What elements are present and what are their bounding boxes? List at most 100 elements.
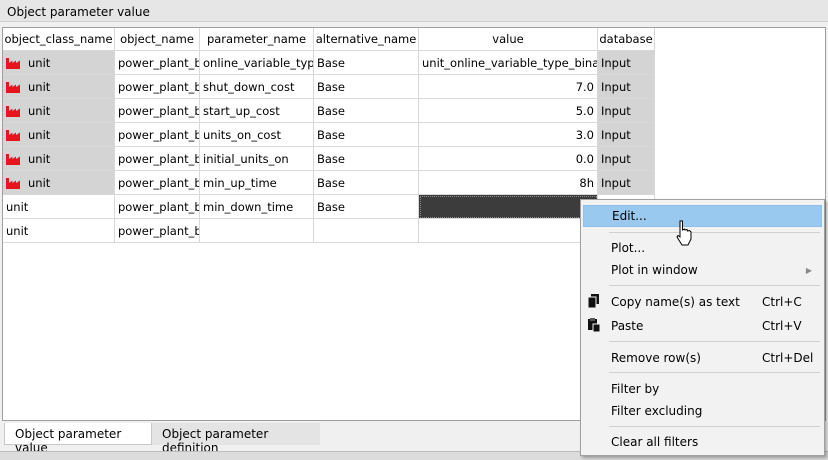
table-header: object_class_name object_name parameter_… xyxy=(3,28,655,51)
cell-text: unit xyxy=(28,103,51,118)
table-row[interactable]: unit power_plant_b start_up_cost Base 5.… xyxy=(3,99,655,123)
menu-item-plot-in-window[interactable]: Plot in window ▶ xyxy=(583,259,822,281)
menu-item-plot[interactable]: Plot... xyxy=(583,237,822,259)
cell-alternative[interactable]: Base xyxy=(314,51,419,75)
menu-item-label: Edit... xyxy=(612,209,647,223)
table-row[interactable]: unit power_plant_b min_up_time Base 8h I… xyxy=(3,171,655,195)
cell-object[interactable]: power_plant_b xyxy=(115,147,200,171)
cell-parameter[interactable]: units_on_cost xyxy=(200,123,314,147)
tab-object-parameter-definition[interactable]: Object parameter definition xyxy=(152,423,320,455)
cell-object[interactable]: power_plant_b xyxy=(115,195,200,219)
menu-item-label: Copy name(s) as text xyxy=(611,295,740,309)
menu-item-label: Remove row(s) xyxy=(611,351,701,365)
menu-item-remove-rows[interactable]: Remove row(s) Ctrl+Del xyxy=(583,347,822,369)
cell-object-class[interactable]: unit xyxy=(3,195,115,219)
menu-item-label: Filter by xyxy=(611,382,660,396)
cell-alternative[interactable]: Base xyxy=(314,147,419,171)
cell-object[interactable]: power_plant_b xyxy=(115,99,200,123)
cell-parameter[interactable]: initial_units_on xyxy=(200,147,314,171)
cell-value[interactable]: 7.0 xyxy=(419,75,598,99)
cell-value[interactable]: 8h xyxy=(419,171,598,195)
cell-database[interactable]: Input xyxy=(598,171,655,195)
factory-icon xyxy=(6,105,20,117)
menu-item-label: Clear all filters xyxy=(611,435,699,449)
cell-database[interactable]: Input xyxy=(598,51,655,75)
cell-object[interactable]: power_plant_b xyxy=(115,51,200,75)
column-header-database[interactable]: database xyxy=(598,28,655,51)
cell-object[interactable]: power_plant_b xyxy=(115,75,200,99)
cell-database[interactable]: Input xyxy=(598,99,655,123)
menu-separator xyxy=(609,285,820,286)
cell-alternative[interactable] xyxy=(314,219,419,243)
column-header-alternative-name[interactable]: alternative_name xyxy=(314,28,419,51)
cell-parameter[interactable]: shut_down_cost xyxy=(200,75,314,99)
shortcut-label: Ctrl+Del xyxy=(762,351,814,365)
factory-icon xyxy=(6,129,20,141)
column-header-parameter-name[interactable]: parameter_name xyxy=(200,28,314,51)
menu-separator xyxy=(609,426,820,427)
cell-value[interactable]: 3.0 xyxy=(419,123,598,147)
cell-object-class[interactable]: unit xyxy=(3,123,115,147)
cell-text: unit xyxy=(28,127,51,142)
window-title: Object parameter value xyxy=(0,0,828,22)
cell-alternative[interactable]: Base xyxy=(314,99,419,123)
menu-item-label: Plot... xyxy=(611,241,646,255)
cell-object-class[interactable]: unit xyxy=(3,171,115,195)
cell-database[interactable]: Input xyxy=(598,123,655,147)
cell-parameter[interactable]: min_up_time xyxy=(200,171,314,195)
menu-item-filter-by[interactable]: Filter by xyxy=(583,378,822,400)
cell-alternative[interactable]: Base xyxy=(314,195,419,219)
cell-parameter[interactable]: min_down_time xyxy=(200,195,314,219)
cell-value-selected[interactable] xyxy=(419,195,598,219)
cell-text: unit xyxy=(28,79,51,94)
cell-object-class[interactable]: unit xyxy=(3,99,115,123)
cell-object[interactable]: power_plant_b xyxy=(115,123,200,147)
table-row[interactable]: unit power_plant_b xyxy=(3,219,655,243)
cell-parameter[interactable] xyxy=(200,219,314,243)
menu-item-label: Paste xyxy=(611,319,644,333)
cell-object[interactable]: power_plant_b xyxy=(115,171,200,195)
table-row[interactable]: unit power_plant_b online_variable_type … xyxy=(3,51,655,75)
cell-object[interactable]: power_plant_b xyxy=(115,219,200,243)
table-row[interactable]: unit power_plant_b min_down_time Base xyxy=(3,195,655,219)
menu-item-paste[interactable]: Paste Ctrl+V xyxy=(583,315,822,337)
cell-text: unit xyxy=(28,175,51,190)
cell-parameter[interactable]: start_up_cost xyxy=(200,99,314,123)
menu-item-clear-all-filters[interactable]: Clear all filters xyxy=(583,431,822,453)
cell-alternative[interactable]: Base xyxy=(314,75,419,99)
cell-value[interactable]: 5.0 xyxy=(419,99,598,123)
cell-parameter[interactable]: online_variable_type xyxy=(200,51,314,75)
cell-value[interactable]: unit_online_variable_type_binary xyxy=(419,51,598,75)
shortcut-label: Ctrl+C xyxy=(762,295,802,309)
menu-item-label: Filter excluding xyxy=(611,404,703,418)
cell-object-class[interactable]: unit xyxy=(3,219,115,243)
table-row[interactable]: unit power_plant_b shut_down_cost Base 7… xyxy=(3,75,655,99)
tab-object-parameter-value[interactable]: Object parameter value xyxy=(4,423,152,455)
column-header-object-class-name[interactable]: object_class_name xyxy=(3,28,115,51)
cell-alternative[interactable]: Base xyxy=(314,123,419,147)
table-row[interactable]: unit power_plant_b initial_units_on Base… xyxy=(3,147,655,171)
menu-separator xyxy=(609,232,820,233)
cell-database[interactable]: Input xyxy=(598,75,655,99)
copy-icon xyxy=(588,294,599,308)
column-header-value[interactable]: value xyxy=(419,28,598,51)
context-menu: Edit... Plot... Plot in window ▶ Copy nam… xyxy=(580,199,825,456)
cell-object-class[interactable]: unit xyxy=(3,147,115,171)
chevron-right-icon: ▶ xyxy=(805,265,812,275)
cell-object-class[interactable]: unit xyxy=(3,75,115,99)
paste-icon xyxy=(588,318,600,332)
menu-item-copy[interactable]: Copy name(s) as text Ctrl+C xyxy=(583,291,822,313)
table-row[interactable]: unit power_plant_b units_on_cost Base 3.… xyxy=(3,123,655,147)
menu-item-label: Plot in window xyxy=(611,263,698,277)
menu-item-edit[interactable]: Edit... xyxy=(583,205,822,227)
cell-object-class[interactable]: unit xyxy=(3,51,115,75)
cell-value[interactable] xyxy=(419,219,598,243)
cell-alternative[interactable]: Base xyxy=(314,171,419,195)
menu-item-filter-excluding[interactable]: Filter excluding xyxy=(583,400,822,422)
column-header-object-name[interactable]: object_name xyxy=(115,28,200,51)
menu-separator xyxy=(609,372,820,373)
menu-separator xyxy=(609,341,820,342)
cell-database[interactable]: Input xyxy=(598,147,655,171)
mouse-cursor-icon xyxy=(676,220,692,246)
cell-value[interactable]: 0.0 xyxy=(419,147,598,171)
